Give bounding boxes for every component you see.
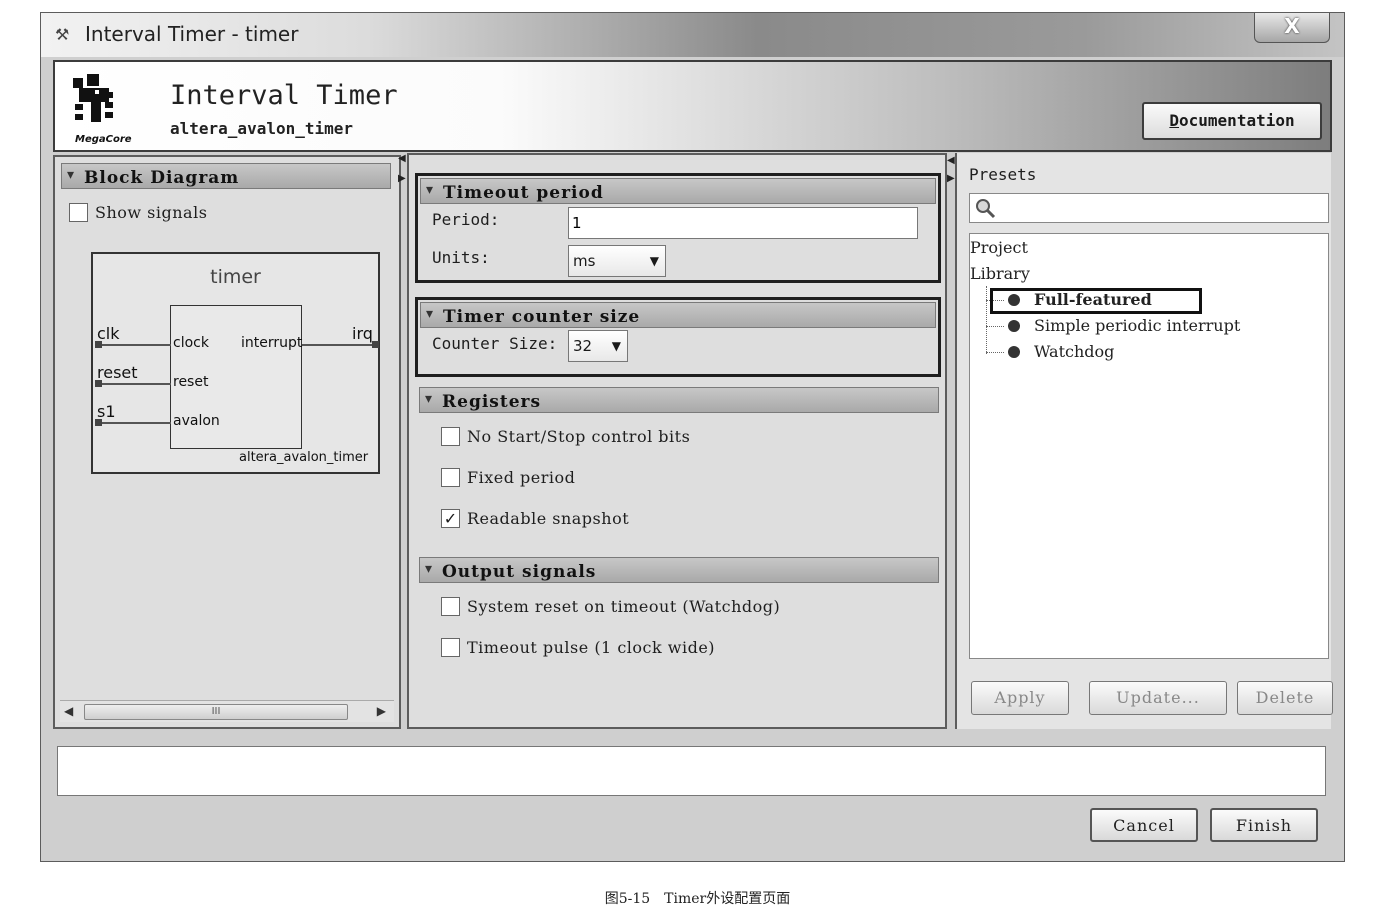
- app-icon: ⚒: [55, 25, 70, 44]
- inner-port-clock: clock: [173, 335, 209, 351]
- header-banner: MegaCore Interval Timer altera_avalon_ti…: [53, 60, 1332, 152]
- scroll-right-icon[interactable]: ▶: [377, 704, 386, 718]
- tree-project[interactable]: Project: [970, 238, 1028, 257]
- documentation-mnemonic: D: [1169, 111, 1180, 130]
- port-irq: irq: [352, 324, 373, 343]
- presets-label: Presets: [969, 165, 1037, 184]
- show-signals-label: Show signals: [95, 203, 208, 222]
- finish-button[interactable]: Finish: [1210, 808, 1318, 842]
- timeout-period-group: Timeout period Period: Units: ms ▼: [415, 173, 941, 283]
- left-splitter-collapse-icon[interactable]: ◀: [398, 153, 406, 164]
- clk-wire: [97, 344, 171, 346]
- chevron-down-icon: ▼: [649, 254, 659, 268]
- component-instance-name: timer: [210, 266, 261, 288]
- message-area: [57, 746, 1326, 796]
- counter-size-value: 32: [573, 337, 593, 355]
- units-label: Units:: [432, 248, 490, 267]
- preset-simple-periodic-interrupt[interactable]: Simple periodic interrupt: [1034, 316, 1240, 335]
- module-name: altera_avalon_timer: [239, 450, 369, 465]
- preset-watchdog[interactable]: Watchdog: [1034, 342, 1114, 361]
- left-splitter-expand-icon[interactable]: ▶: [398, 173, 406, 184]
- port-s1: s1: [97, 402, 116, 421]
- timeout-period-header[interactable]: Timeout period: [420, 176, 936, 204]
- registers-header[interactable]: Registers: [419, 385, 939, 413]
- right-splitter-collapse-icon[interactable]: ◀: [947, 155, 955, 166]
- readable-snapshot-label: Readable snapshot: [467, 509, 630, 528]
- counter-size-label: Counter Size:: [432, 334, 558, 353]
- tree-connector: [986, 352, 1004, 353]
- port-reset: reset: [97, 363, 138, 382]
- readable-snapshot-checkbox[interactable]: ✓: [441, 509, 460, 528]
- search-icon: [976, 199, 996, 219]
- block-diagram-header[interactable]: Block Diagram: [61, 161, 391, 189]
- chevron-down-icon: ▼: [611, 339, 621, 353]
- update-button[interactable]: Update...: [1089, 681, 1227, 715]
- show-signals-checkbox[interactable]: [69, 203, 88, 222]
- tree-connector: [986, 326, 1004, 327]
- preset-full-featured[interactable]: Full-featured: [1034, 290, 1152, 309]
- cancel-button[interactable]: Cancel: [1090, 808, 1198, 842]
- interval-timer-window: ⚒ Interval Timer - timer X MegaCore Inte…: [40, 12, 1345, 862]
- timeout-pulse-label: Timeout pulse (1 clock wide): [467, 638, 716, 657]
- close-button[interactable]: X: [1254, 13, 1330, 43]
- period-label: Period:: [432, 210, 500, 229]
- presets-search-field[interactable]: [969, 193, 1329, 223]
- inner-port-interrupt: interrupt: [241, 335, 303, 351]
- preset-bullet-icon: [1008, 346, 1020, 358]
- apply-button[interactable]: Apply: [971, 681, 1069, 715]
- timeout-pulse-checkbox[interactable]: [441, 638, 460, 657]
- right-splitter-expand-icon[interactable]: ▶: [947, 173, 955, 184]
- counter-size-select[interactable]: 32 ▼: [568, 330, 628, 362]
- component-title: Interval Timer: [170, 80, 398, 111]
- documentation-button[interactable]: Documentation: [1142, 102, 1322, 140]
- documentation-label: ocumentation: [1179, 111, 1295, 130]
- no-start-stop-label: No Start/Stop control bits: [467, 427, 691, 446]
- fixed-period-checkbox[interactable]: [441, 468, 460, 487]
- system-reset-label: System reset on timeout (Watchdog): [467, 597, 781, 616]
- presets-tree: Project Library Full-featured Simple per…: [969, 233, 1329, 659]
- title-bar[interactable]: ⚒ Interval Timer - timer X: [41, 13, 1344, 57]
- fixed-period-label: Fixed period: [467, 468, 576, 487]
- scroll-left-icon[interactable]: ◀: [64, 704, 73, 718]
- parameters-panel: Timeout period Period: Units: ms ▼ Timer…: [407, 153, 947, 729]
- reset-wire: [97, 383, 171, 385]
- tree-connector: [986, 286, 987, 354]
- presets-panel: Presets Project Library Full-featured Si…: [955, 153, 1333, 729]
- units-value: ms: [573, 252, 596, 270]
- megacore-logo-icon: [73, 74, 113, 122]
- delete-button[interactable]: Delete: [1237, 681, 1333, 715]
- preset-bullet-icon: [1008, 320, 1020, 332]
- units-select[interactable]: ms ▼: [568, 245, 666, 277]
- irq-wire: [302, 344, 378, 346]
- logo-text: MegaCore: [75, 134, 132, 145]
- window-title: Interval Timer - timer: [85, 22, 299, 46]
- figure-caption: 图5-15 Timer外设配置页面: [604, 891, 791, 907]
- scroll-thumb[interactable]: III: [84, 704, 348, 720]
- no-start-stop-checkbox[interactable]: [441, 427, 460, 446]
- system-reset-checkbox[interactable]: [441, 597, 460, 616]
- irq-pin: [372, 341, 379, 348]
- megacore-logo: MegaCore: [65, 72, 139, 145]
- period-input[interactable]: [568, 207, 918, 239]
- inner-port-avalon: avalon: [173, 413, 220, 429]
- component-subtitle: altera_avalon_timer: [170, 119, 354, 138]
- output-signals-header[interactable]: Output signals: [419, 555, 939, 583]
- timer-counter-size-group: Timer counter size Counter Size: 32 ▼: [415, 297, 941, 377]
- s1-wire: [97, 422, 171, 424]
- presets-search-input[interactable]: [1000, 197, 1320, 219]
- port-clk: clk: [97, 324, 120, 343]
- tree-library[interactable]: Library: [970, 264, 1030, 283]
- horizontal-scrollbar[interactable]: ◀ III ▶: [60, 700, 394, 722]
- block-diagram-panel: Block Diagram Show signals timer clk res…: [53, 155, 401, 729]
- inner-port-reset: reset: [173, 374, 209, 390]
- block-diagram: timer clk reset s1 clock reset avalon in…: [91, 252, 380, 474]
- timer-counter-size-header[interactable]: Timer counter size: [420, 300, 936, 328]
